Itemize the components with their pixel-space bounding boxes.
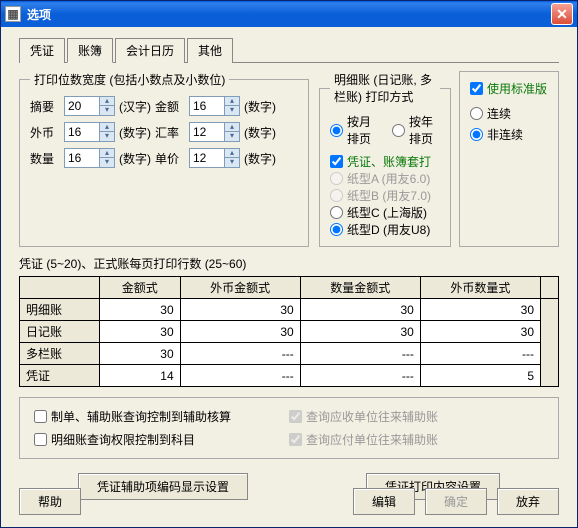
unit-digit: (数字) [244,98,276,115]
label-amount: 金额 [155,98,185,115]
tab-calendar[interactable]: 会计日历 [115,38,185,63]
ok-button[interactable]: 确定 [425,488,487,515]
input-fcur[interactable] [64,122,100,142]
unit-hanzi: (汉字) [119,98,151,115]
label-fcur: 外币 [30,124,60,141]
scrollbar-placeholder [541,277,559,299]
fieldset-detail-print: 明细账 (日记账, 多栏账) 打印方式 按月排页 按年排页 凭证、账簿套打 纸型… [319,71,451,247]
fieldset-print-width: 打印位数宽度 (包括小数点及小数位) 摘要 ▴▾ (汉字) 金额 ▴▾ (数字)… [19,71,309,247]
edit-button[interactable]: 编辑 [353,488,415,515]
input-price[interactable] [189,148,225,168]
radio-paper-b: 纸型B (用友7.0) [330,187,440,204]
app-icon: ▦ [5,6,21,22]
options-window: ▦ 选项 ✕ 凭证 账簿 会计日历 其他 打印位数宽度 (包括小数点及小数位) … [0,0,578,528]
legend-detail: 明细账 (日记账, 多栏账) 打印方式 [330,71,440,105]
unit-digit: (数字) [244,124,276,141]
radio-paper-a: 纸型A (用友6.0) [330,170,440,187]
lines-table-section: 凭证 (5~20)、正式账每页打印行数 (25~60) 金额式 外币金额式 数量… [19,255,559,387]
input-summary[interactable] [64,96,100,116]
tab-voucher[interactable]: 凭证 [19,38,65,63]
radio-continuous[interactable]: 连续 [470,105,548,122]
unit-digit: (数字) [119,124,151,141]
check-ap-aux: 查询应付单位往来辅助账 [289,431,544,448]
unit-digit: (数字) [244,150,276,167]
tab-ledger[interactable]: 账簿 [67,38,113,63]
spin-down-icon[interactable]: ▾ [225,132,239,141]
unit-digit: (数字) [119,150,151,167]
table-caption: 凭证 (5~20)、正式账每页打印行数 (25~60) [19,255,559,272]
radio-noncontinuous[interactable]: 非连续 [470,126,548,143]
input-rate[interactable] [189,122,225,142]
label-rate: 汇率 [155,124,185,141]
table-row: 明细账30303030 [20,299,559,321]
check-set-print[interactable]: 凭证、账簿套打 [330,153,440,170]
input-qty[interactable] [64,148,100,168]
spin-down-icon[interactable]: ▾ [225,158,239,167]
help-button[interactable]: 帮助 [19,488,81,515]
table-row: 凭证14------5 [20,365,559,387]
tab-other[interactable]: 其他 [187,38,233,63]
spin-down-icon[interactable]: ▾ [225,106,239,115]
lines-table: 金额式 外币金额式 数量金额式 外币数量式 明细账30303030 日记账303… [19,276,559,387]
radio-paper-d[interactable]: 纸型D (用友U8) [330,221,440,238]
scrollbar[interactable] [541,299,559,387]
check-aux-control[interactable]: 制单、辅助账查询控制到辅助核算 [34,408,289,425]
spin-down-icon[interactable]: ▾ [100,158,114,167]
legend-print-width: 打印位数宽度 (包括小数点及小数位) [30,71,229,88]
check-ar-aux: 查询应收单位往来辅助账 [289,408,544,425]
radio-by-year[interactable]: 按年排页 [392,113,440,147]
radio-paper-c[interactable]: 纸型C (上海版) [330,204,440,221]
table-row: 日记账30303030 [20,321,559,343]
tab-bar: 凭证 账簿 会计日历 其他 [19,37,559,63]
titlebar: ▦ 选项 ✕ [1,1,577,27]
query-options: 制单、辅助账查询控制到辅助核算 明细账查询权限控制到科目 查询应收单位往来辅助账… [19,397,559,459]
check-use-standard[interactable]: 使用标准版 [470,80,548,97]
input-amount[interactable] [189,96,225,116]
label-price: 单价 [155,150,185,167]
spin-down-icon[interactable]: ▾ [100,106,114,115]
label-qty: 数量 [30,150,60,167]
label-summary: 摘要 [30,98,60,115]
cancel-button[interactable]: 放弃 [497,488,559,515]
spin-down-icon[interactable]: ▾ [100,132,114,141]
check-detail-perm[interactable]: 明细账查询权限控制到科目 [34,431,289,448]
table-header-row: 金额式 外币金额式 数量金额式 外币数量式 [20,277,559,299]
fieldset-standard: 使用标准版 连续 非连续 [459,71,559,247]
table-row: 多栏账30--------- [20,343,559,365]
radio-by-month[interactable]: 按月排页 [330,113,378,147]
close-icon[interactable]: ✕ [551,3,573,25]
window-title: 选项 [27,6,51,23]
